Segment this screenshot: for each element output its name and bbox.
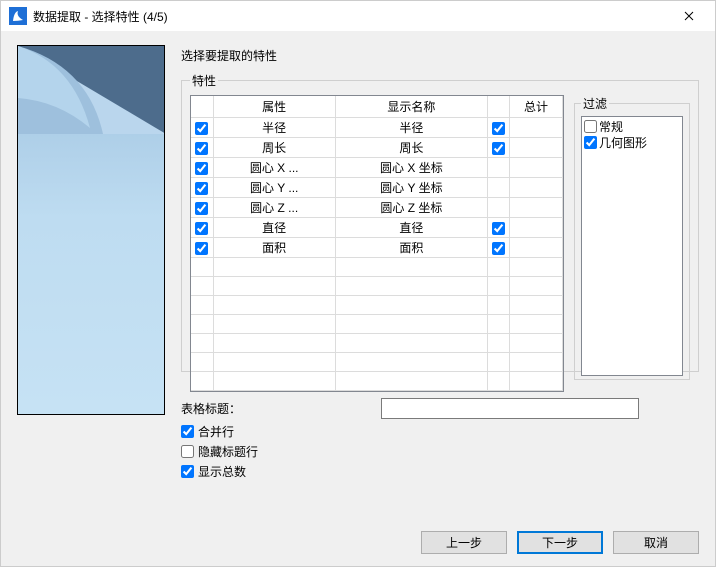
row-total-checkbox[interactable] — [492, 142, 505, 155]
table-row[interactable]: 圆心 Z ...圆心 Z 坐标 — [191, 198, 563, 218]
wizard-preview — [17, 45, 165, 415]
row-display-cell[interactable]: 圆心 Z 坐标 — [335, 198, 487, 218]
merge-rows-label: 合并行 — [198, 423, 234, 440]
table-row-empty — [191, 353, 563, 372]
row-total-cell — [509, 198, 562, 218]
table-row-empty — [191, 296, 563, 315]
filter-item[interactable]: 几何图形 — [584, 134, 680, 150]
row-total-cell — [509, 138, 562, 158]
show-totals-label: 显示总数 — [198, 463, 246, 480]
row-attr-cell: 半径 — [213, 118, 335, 138]
hide-header-label: 隐藏标题行 — [198, 443, 258, 460]
table-row-empty — [191, 277, 563, 296]
table-row[interactable]: 半径半径 — [191, 118, 563, 138]
header-total-check — [487, 96, 509, 118]
table-row[interactable]: 面积面积 — [191, 238, 563, 258]
right-column: 选择要提取的特性 特性 属性 显示名称 总计 — [181, 45, 699, 521]
table-row[interactable]: 直径直径 — [191, 218, 563, 238]
hide-header-checkbox[interactable] — [181, 445, 194, 458]
hide-header-row: 隐藏标题行 — [181, 443, 699, 460]
cancel-button[interactable]: 取消 — [613, 531, 699, 554]
row-include-checkbox[interactable] — [195, 182, 208, 195]
table-row-empty — [191, 315, 563, 334]
header-attr[interactable]: 属性 — [213, 96, 335, 118]
row-attr-cell: 圆心 X ... — [213, 158, 335, 178]
row-include-checkbox[interactable] — [195, 122, 208, 135]
header-total[interactable]: 总计 — [509, 96, 562, 118]
row-attr-cell: 周长 — [213, 138, 335, 158]
merge-rows-checkbox[interactable] — [181, 425, 194, 438]
title-label: 表格标题： — [181, 400, 381, 417]
row-total-checkbox[interactable] — [492, 122, 505, 135]
filter-list: 常规几何图形 — [581, 116, 683, 376]
filter-fieldset: 过滤 常规几何图形 — [574, 95, 690, 380]
lower-form: 表格标题： 合并行 隐藏标题行 显示总数 — [181, 398, 699, 483]
title-row: 表格标题： — [181, 398, 699, 419]
close-button[interactable] — [667, 1, 711, 31]
row-total-cell — [509, 118, 562, 138]
table-row-empty — [191, 372, 563, 391]
row-include-checkbox[interactable] — [195, 202, 208, 215]
row-include-checkbox[interactable] — [195, 242, 208, 255]
row-total-checkbox[interactable] — [492, 222, 505, 235]
properties-table-wrap: 属性 显示名称 总计 半径半径周长周长圆心 X ...圆心 X 坐标圆心 Y .… — [190, 95, 564, 392]
client-area: 选择要提取的特性 特性 属性 显示名称 总计 — [1, 31, 715, 566]
row-total-cell — [509, 178, 562, 198]
close-icon — [684, 11, 694, 21]
properties-table: 属性 显示名称 总计 半径半径周长周长圆心 X ...圆心 X 坐标圆心 Y .… — [191, 96, 563, 391]
table-row-empty — [191, 258, 563, 277]
table-row[interactable]: 周长周长 — [191, 138, 563, 158]
content: 选择要提取的特性 特性 属性 显示名称 总计 — [1, 31, 715, 525]
filter-item[interactable]: 常规 — [584, 118, 680, 134]
filter-label: 几何图形 — [599, 134, 647, 151]
next-button[interactable]: 下一步 — [517, 531, 603, 554]
row-attr-cell: 直径 — [213, 218, 335, 238]
back-button[interactable]: 上一步 — [421, 531, 507, 554]
row-include-checkbox[interactable] — [195, 142, 208, 155]
table-row[interactable]: 圆心 Y ...圆心 Y 坐标 — [191, 178, 563, 198]
filter-checkbox[interactable] — [584, 120, 597, 133]
row-attr-cell: 圆心 Z ... — [213, 198, 335, 218]
properties-legend: 特性 — [190, 72, 218, 89]
row-display-cell[interactable]: 圆心 Y 坐标 — [335, 178, 487, 198]
filter-label: 常规 — [599, 118, 623, 135]
titlebar: 数据提取 - 选择特性 (4/5) — [1, 1, 715, 31]
table-header-row: 属性 显示名称 总计 — [191, 96, 563, 118]
filter-checkbox[interactable] — [584, 136, 597, 149]
row-total-cell — [509, 238, 562, 258]
row-include-checkbox[interactable] — [195, 222, 208, 235]
row-include-checkbox[interactable] — [195, 162, 208, 175]
window-title: 数据提取 - 选择特性 (4/5) — [33, 8, 667, 25]
row-display-cell[interactable]: 圆心 X 坐标 — [335, 158, 487, 178]
show-totals-row: 显示总数 — [181, 463, 699, 480]
instruction-text: 选择要提取的特性 — [181, 47, 699, 64]
table-row[interactable]: 圆心 X ...圆心 X 坐标 — [191, 158, 563, 178]
table-row-empty — [191, 334, 563, 353]
row-display-cell[interactable]: 直径 — [335, 218, 487, 238]
header-check — [191, 96, 213, 118]
show-totals-checkbox[interactable] — [181, 465, 194, 478]
row-total-checkbox[interactable] — [492, 242, 505, 255]
app-icon — [9, 7, 27, 25]
row-total-cell — [509, 158, 562, 178]
row-display-cell[interactable]: 周长 — [335, 138, 487, 158]
dialog-window: 数据提取 - 选择特性 (4/5) 选择要提取的特性 特性 — [0, 0, 716, 567]
properties-fieldset: 特性 属性 显示名称 总计 — [181, 72, 699, 372]
header-display[interactable]: 显示名称 — [335, 96, 487, 118]
row-display-cell[interactable]: 面积 — [335, 238, 487, 258]
row-attr-cell: 圆心 Y ... — [213, 178, 335, 198]
table-title-input[interactable] — [381, 398, 639, 419]
button-bar: 上一步 下一步 取消 — [1, 525, 715, 566]
row-attr-cell: 面积 — [213, 238, 335, 258]
row-total-cell — [509, 218, 562, 238]
merge-rows-row: 合并行 — [181, 423, 699, 440]
filter-legend: 过滤 — [581, 95, 609, 112]
row-display-cell[interactable]: 半径 — [335, 118, 487, 138]
